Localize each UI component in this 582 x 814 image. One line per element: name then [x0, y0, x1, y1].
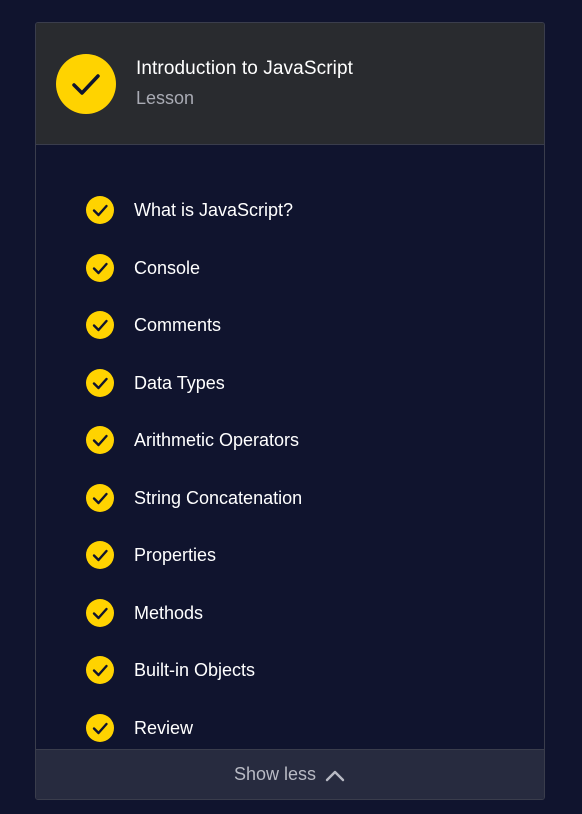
check-circle-icon: [56, 54, 116, 114]
lesson-item[interactable]: Console: [36, 248, 544, 288]
lesson-item[interactable]: String Concatenation: [36, 478, 544, 518]
lesson-type-label: Lesson: [136, 88, 195, 108]
lesson-item-label: String Concatenation: [134, 488, 303, 508]
lesson-item[interactable]: Comments: [36, 305, 544, 345]
lesson-item-label: Built-in Objects: [134, 660, 256, 680]
check-circle-icon: [86, 714, 114, 742]
check-circle-icon: [86, 196, 114, 224]
chevron-up-icon: [324, 768, 346, 782]
check-circle-icon: [86, 369, 114, 397]
lesson-item[interactable]: Data Types: [36, 363, 544, 403]
lesson-item[interactable]: Properties: [36, 535, 544, 575]
check-circle-icon: [86, 426, 114, 454]
lesson-item[interactable]: What is JavaScript?: [36, 190, 544, 230]
lesson-item-label: Data Types: [134, 373, 225, 393]
check-circle-icon: [86, 254, 114, 282]
show-less-button[interactable]: Show less: [36, 749, 544, 799]
lesson-item-label: Arithmetic Operators: [134, 430, 300, 450]
lesson-item-label: Properties: [134, 545, 217, 565]
check-circle-icon: [86, 541, 114, 569]
lesson-header[interactable]: Introduction to JavaScript Lesson: [36, 23, 544, 145]
lesson-item-label: Review: [134, 718, 194, 738]
check-circle-icon: [86, 599, 114, 627]
check-circle-icon: [86, 311, 114, 339]
check-circle-icon: [86, 656, 114, 684]
lesson-title: Introduction to JavaScript: [136, 58, 353, 79]
lesson-item-label: What is JavaScript?: [134, 200, 294, 220]
lesson-item-label: Console: [134, 258, 201, 278]
lesson-item[interactable]: Review: [36, 708, 544, 748]
check-circle-icon: [86, 484, 114, 512]
lesson-card: Introduction to JavaScript Lesson What i…: [35, 22, 545, 800]
lesson-item-label: Comments: [134, 315, 222, 335]
show-less-label: Show less: [233, 764, 317, 784]
lesson-item[interactable]: Methods: [36, 593, 544, 633]
lesson-item[interactable]: Built-in Objects: [36, 650, 544, 690]
lesson-item[interactable]: Arithmetic Operators: [36, 420, 544, 460]
lesson-item-label: Methods: [134, 603, 204, 623]
